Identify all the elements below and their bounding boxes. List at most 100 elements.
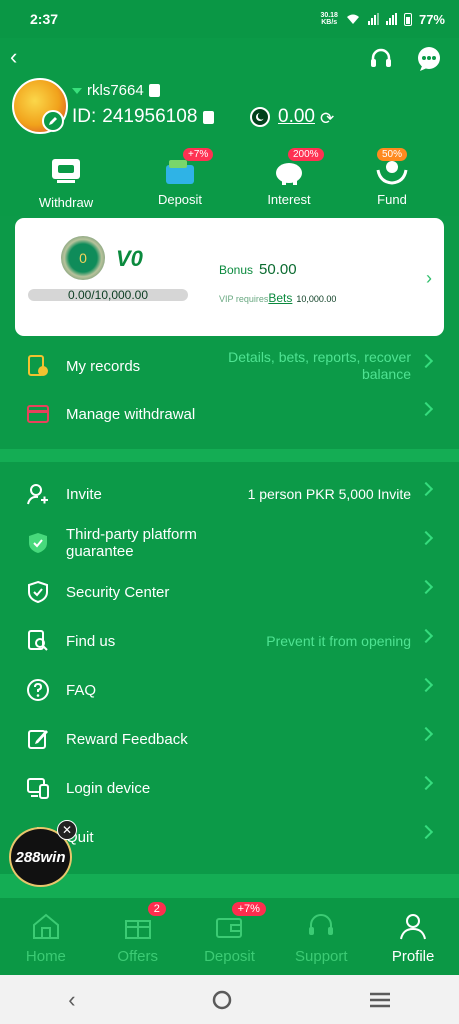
- close-icon[interactable]: ✕: [57, 820, 77, 840]
- chevron-right-icon: [418, 401, 434, 417]
- system-nav-bar: ‹: [0, 975, 459, 1024]
- vip-triangle-icon: [72, 87, 82, 94]
- vip-card[interactable]: 0 V0 0.00/10,000.00 Bonus 50.00 VIP requi…: [15, 218, 444, 336]
- atm-icon: [52, 159, 80, 183]
- status-time: 2:37: [30, 11, 59, 27]
- shield-check-icon: [29, 533, 47, 553]
- home-nav-icon[interactable]: [212, 990, 232, 1010]
- vip-progress-text: 0.00/10,000.00: [67, 288, 149, 302]
- bonus-value: 50.00: [259, 261, 297, 278]
- refresh-icon[interactable]: ⟳: [320, 109, 334, 129]
- invite-icon: [27, 484, 48, 505]
- chat-icon[interactable]: [416, 46, 442, 72]
- menu-note: Details, bets, reports, recover balance: [228, 349, 411, 382]
- menu-label: Find us: [66, 632, 116, 650]
- deposit-badge: +7%: [231, 902, 266, 916]
- chevron-right-icon: [418, 677, 434, 693]
- deposit-button[interactable]: +7% Deposit: [135, 148, 225, 207]
- vip-level: V0: [116, 246, 143, 271]
- vip-bets-link[interactable]: Bets: [268, 291, 292, 305]
- nav-offers[interactable]: 2 Offers: [92, 898, 184, 975]
- headset-icon[interactable]: [368, 46, 394, 72]
- menu-label: Security Center: [66, 583, 170, 601]
- menu-label: FAQ: [66, 681, 97, 699]
- headset-icon: [309, 914, 334, 935]
- chevron-right-icon: [418, 579, 434, 595]
- devices-icon: [27, 778, 49, 799]
- menu-security-center[interactable]: Security Center: [0, 568, 459, 616]
- menu-third-party-guarantee[interactable]: Third-party platform guarantee: [0, 519, 459, 567]
- menu-login-device[interactable]: Login device: [0, 764, 459, 812]
- net-speed-unit: KB/s: [321, 19, 338, 26]
- fund-badge: 50%: [377, 148, 408, 161]
- nav-label: Offers: [117, 948, 158, 965]
- pakistan-flag-icon: [250, 107, 270, 127]
- menu-label: My records: [66, 357, 141, 375]
- menu-label: Third-party platform guarantee: [66, 526, 197, 560]
- deposit-badge: +7%: [183, 148, 214, 161]
- user-id: ID: 241956108: [72, 106, 215, 128]
- nav-profile[interactable]: Profile: [367, 898, 459, 975]
- floating-ad-text: 288win: [15, 848, 66, 866]
- back-icon[interactable]: ‹: [10, 46, 17, 68]
- interest-button[interactable]: 200% Interest: [244, 148, 334, 207]
- chevron-right-icon: [418, 824, 434, 840]
- bottom-nav: Home 2 Offers +7% Deposit Support Profil…: [0, 898, 459, 975]
- chevron-right-icon: [418, 726, 434, 742]
- vip-bonus: Bonus 50.00: [219, 261, 297, 278]
- menu-reward-feedback[interactable]: Reward Feedback: [0, 715, 459, 763]
- id-label: ID:: [72, 106, 97, 127]
- signal-icon: [367, 13, 379, 25]
- profile-header: ‹ rkls7664 ID: 241956108 0.00 ⟳ Withdraw…: [0, 38, 459, 216]
- nav-home[interactable]: Home: [0, 898, 92, 975]
- withdraw-button[interactable]: Withdraw: [21, 156, 111, 210]
- find-icon: [28, 630, 48, 651]
- menu-my-records[interactable]: My records Details, bets, reports, recov…: [0, 342, 459, 390]
- chevron-right-icon[interactable]: ›: [426, 268, 432, 289]
- menu-find-us[interactable]: Find us Prevent it from opening: [0, 617, 459, 665]
- vip-medal-value: 0: [79, 250, 87, 266]
- gift-icon: [124, 920, 151, 939]
- profile-icon: [400, 914, 427, 940]
- menu-label: Login device: [66, 779, 151, 797]
- fund-button[interactable]: 50% Fund: [347, 148, 437, 207]
- back-nav-icon[interactable]: ‹: [68, 987, 75, 1013]
- chevron-right-icon: [418, 775, 434, 791]
- chevron-right-icon: [418, 353, 434, 369]
- net-speed-value: 30.18: [320, 12, 338, 19]
- menu-note: 1 person PKR 5,000 Invite: [247, 486, 411, 502]
- status-bar: 2:37 30.18 KB/s 77%: [0, 0, 459, 38]
- section-divider: [0, 449, 459, 462]
- chevron-right-icon: [418, 481, 434, 497]
- copy-username-icon[interactable]: [148, 84, 160, 97]
- chevron-right-icon: [418, 530, 434, 546]
- interest-badge: 200%: [288, 148, 324, 161]
- recents-nav-icon[interactable]: [369, 992, 391, 1008]
- edit-avatar-icon[interactable]: [42, 110, 64, 132]
- section-divider: [0, 874, 459, 898]
- vip-req-prefix: VIP requires: [219, 294, 269, 304]
- status-icons: 30.18 KB/s 77%: [320, 12, 445, 27]
- username: rkls7664: [72, 82, 160, 99]
- nav-deposit[interactable]: +7% Deposit: [184, 898, 276, 975]
- menu-manage-withdrawal[interactable]: Manage withdrawal: [0, 390, 459, 438]
- menu-label: Manage withdrawal: [66, 405, 196, 423]
- signal-icon-2: [385, 13, 397, 25]
- shield-icon: [28, 580, 48, 604]
- question-icon: [27, 679, 49, 701]
- menu-faq[interactable]: FAQ: [0, 666, 459, 714]
- offers-badge: 2: [147, 902, 166, 916]
- home-icon: [32, 913, 59, 939]
- piggy-bank-icon: 200%: [272, 148, 324, 186]
- hands-icon: 50%: [375, 148, 409, 186]
- vip-medal-icon: 0: [61, 236, 105, 280]
- interest-label: Interest: [267, 192, 311, 207]
- wallet-icon: [216, 918, 243, 938]
- copy-id-icon[interactable]: [203, 110, 215, 124]
- nav-support[interactable]: Support: [275, 898, 367, 975]
- balance[interactable]: 0.00: [278, 106, 315, 128]
- menu-note: Prevent it from opening: [266, 633, 411, 649]
- card-icon: [27, 405, 49, 423]
- menu-invite[interactable]: Invite 1 person PKR 5,000 Invite: [0, 470, 459, 518]
- bonus-label: Bonus: [219, 263, 254, 277]
